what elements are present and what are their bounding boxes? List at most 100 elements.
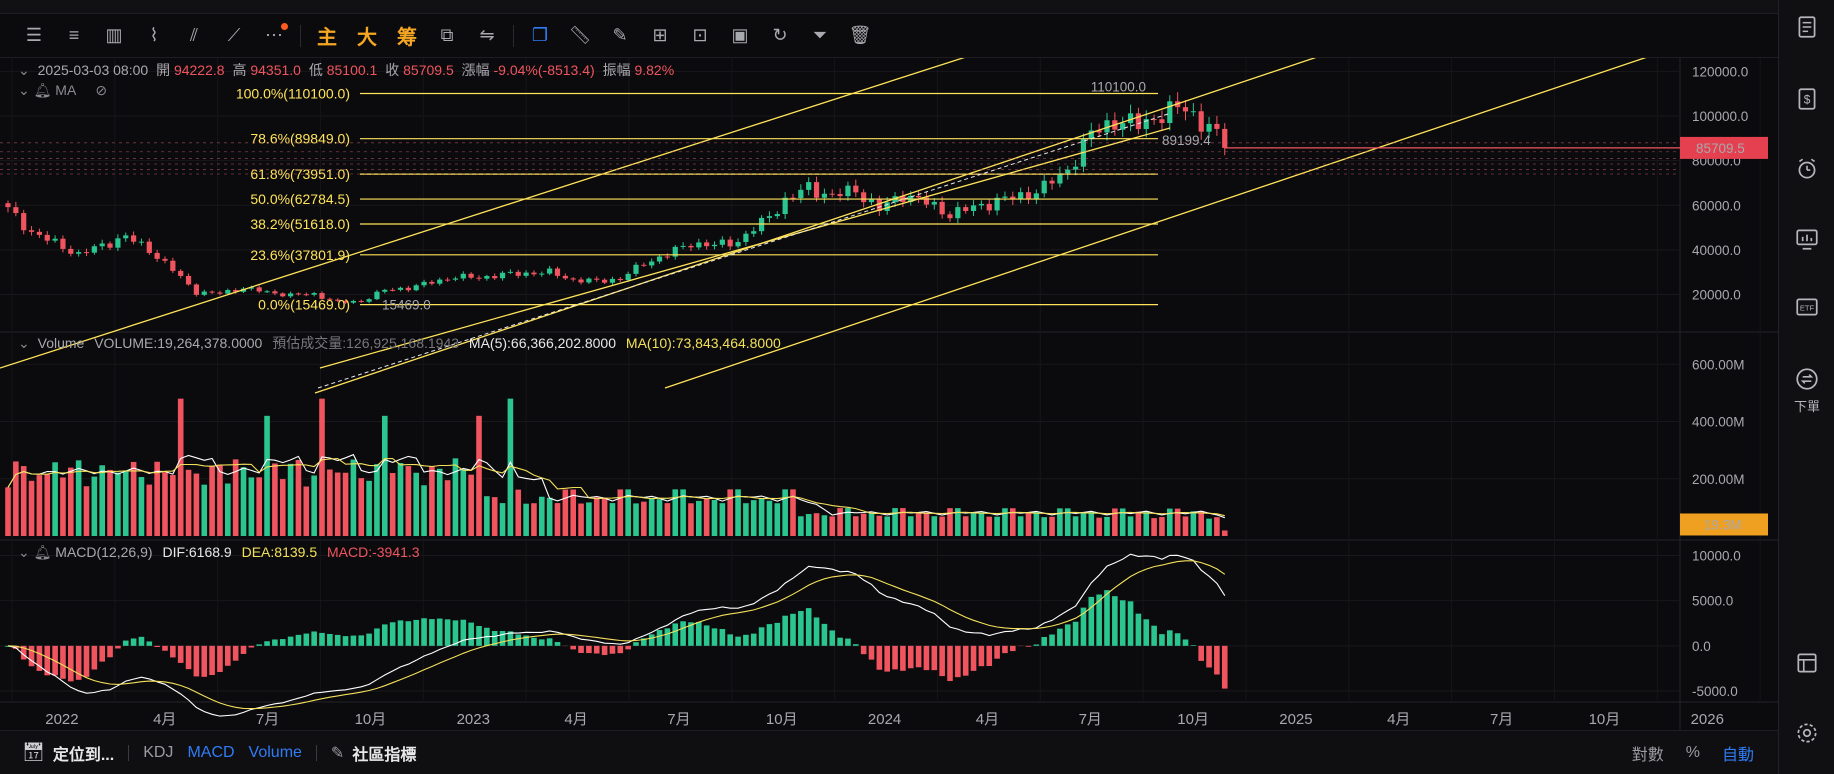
bell-icon[interactable]: 🔔︎	[34, 82, 52, 98]
candle-type-icon[interactable]: ▥	[94, 20, 134, 52]
candle-body	[193, 284, 199, 295]
candle-body	[806, 182, 812, 190]
macd-button[interactable]: MACD	[187, 744, 234, 762]
filter-icon[interactable]: ⏷	[800, 20, 840, 52]
calendar-icon[interactable]: 📅︎	[22, 742, 45, 763]
candle-body	[131, 235, 137, 242]
volume-bar	[256, 477, 262, 536]
candle-body	[1198, 111, 1204, 132]
sidebar-item-etf[interactable]: ETF	[1779, 294, 1834, 320]
candle-body	[201, 291, 207, 295]
volume-button[interactable]: Volume	[249, 744, 302, 762]
volume-bar	[648, 497, 655, 536]
macd-bar	[719, 629, 726, 646]
copy-icon[interactable]: ❐	[520, 20, 560, 52]
bell-icon[interactable]: 🔔︎	[34, 544, 52, 560]
percent-scale-button[interactable]: %	[1686, 744, 1700, 762]
candle-body	[499, 272, 506, 279]
macd-bar	[350, 635, 357, 646]
ruler-icon[interactable]: 📏︎	[560, 20, 600, 52]
trash-icon[interactable]: 🗑︎	[840, 20, 880, 52]
sidebar-item-monitor[interactable]	[1779, 226, 1834, 252]
macd-bar	[1033, 644, 1040, 646]
volume-bar	[1104, 516, 1110, 536]
volume-bar	[444, 480, 451, 536]
image-icon[interactable]: ▣	[720, 20, 760, 52]
volume-bar	[20, 466, 27, 536]
macd-bar	[122, 640, 129, 646]
candle-body	[947, 214, 953, 219]
chart-svg[interactable]: 120000.0100000.080000.060000.040000.0200…	[0, 45, 1822, 730]
kdj-button[interactable]: KDJ	[143, 744, 173, 762]
macd-bar	[1198, 645, 1204, 661]
main-indicator-button[interactable]: 主	[307, 20, 347, 52]
volume-bar	[837, 508, 843, 536]
sidebar-item-alerts[interactable]	[1779, 156, 1834, 182]
macd-bar	[303, 633, 310, 646]
volume-bar	[107, 469, 113, 536]
macd-bar	[256, 644, 262, 646]
lock-icon[interactable]: ⊡	[680, 20, 720, 52]
draw-line-icon[interactable]: ⟋	[214, 20, 254, 52]
big-indicator-button[interactable]: 大	[347, 20, 387, 52]
candle-body	[664, 256, 670, 258]
macd-bar	[617, 645, 624, 654]
sidebar-item-order[interactable]: 下單	[1779, 366, 1834, 415]
candle-body	[531, 272, 537, 275]
volume-name: Volume	[37, 335, 85, 351]
macd-bar	[421, 618, 427, 646]
candle-body	[633, 264, 639, 274]
eye-off-icon[interactable]: ⊘	[95, 82, 107, 98]
time-tick-label: 4月	[564, 711, 587, 728]
community-indicators-button[interactable]: 社區指標	[352, 741, 416, 765]
macd-bar	[209, 645, 215, 676]
chevron-down-icon[interactable]: ⌄	[18, 335, 30, 351]
candle-body	[397, 287, 404, 290]
chevron-down-icon[interactable]: ⌄	[18, 62, 30, 78]
indicator-icon[interactable]: ⌇	[134, 20, 174, 52]
candle-body	[1159, 119, 1165, 123]
candle-body	[350, 300, 356, 303]
candle-body	[1222, 128, 1228, 148]
candle-body	[36, 231, 42, 235]
macd-bar	[1041, 636, 1047, 646]
volume-bar	[546, 497, 553, 536]
volume-bar	[162, 472, 168, 536]
compare-chart-icon[interactable]: ⧉	[427, 20, 467, 52]
locate-button[interactable]: 定位到...	[53, 741, 114, 765]
auto-scale-button[interactable]: 自動	[1722, 741, 1754, 765]
chart-area[interactable]: 120000.0 100000.0 80000.0 60000.0 40000.0 200…	[0, 45, 1822, 730]
candle-body	[821, 193, 827, 198]
macd-bar	[970, 645, 977, 671]
candle-body	[1002, 196, 1008, 198]
candle-body	[782, 197, 788, 215]
candle-body	[1057, 173, 1063, 184]
legend-date: 2025-03-03 08:00	[37, 62, 149, 78]
chevron-down-icon[interactable]: ⌄	[18, 544, 30, 560]
macd-bar	[664, 628, 671, 646]
candle-body	[382, 289, 388, 292]
macd-bar	[436, 618, 443, 646]
list-icon[interactable]: ≡	[54, 20, 94, 52]
candle-body	[413, 285, 419, 291]
hide-drawings-icon[interactable]: ⊞	[640, 20, 680, 52]
transform-icon[interactable]: ⇋	[467, 20, 507, 52]
volume-bar	[5, 487, 11, 536]
volume-bar	[295, 459, 302, 536]
more-icon[interactable]: ⋯	[254, 20, 294, 52]
sidebar-item-layout[interactable]	[1779, 650, 1834, 676]
sidebar-item-notes[interactable]	[1779, 14, 1834, 40]
macd-bar	[107, 645, 113, 658]
sidebar-item-settings[interactable]	[1779, 720, 1834, 746]
menu-icon[interactable]: ☰	[14, 20, 54, 52]
macd-bar	[845, 638, 851, 646]
volume-bar	[44, 474, 51, 536]
compare-icon[interactable]: ⫽	[174, 20, 214, 52]
edit-icon[interactable]: ✎	[331, 743, 344, 763]
chips-button[interactable]: 筹	[387, 20, 427, 52]
chevron-down-icon[interactable]: ⌄	[18, 82, 30, 98]
magnet-icon[interactable]: ↻	[760, 20, 800, 52]
sidebar-item-asset[interactable]: $	[1779, 86, 1834, 112]
log-scale-button[interactable]: 對數	[1632, 741, 1664, 765]
brush-icon[interactable]: ✎	[600, 20, 640, 52]
